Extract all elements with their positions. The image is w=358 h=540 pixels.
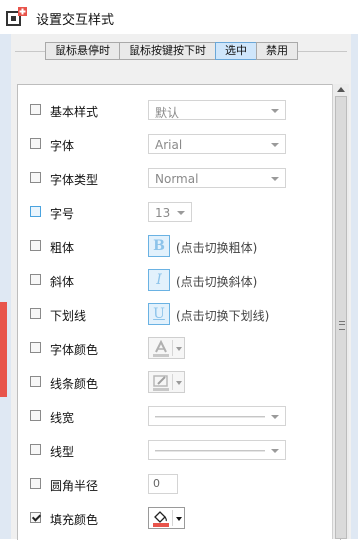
row-corner-radius: 圆角半径 0 xyxy=(18,473,328,495)
fill-color-checkbox[interactable] xyxy=(30,512,41,523)
line-width-preview-shade xyxy=(155,417,265,418)
chevron-down-icon xyxy=(176,517,182,521)
tab-disabled[interactable]: 禁用 xyxy=(256,42,298,60)
chevron-down-icon xyxy=(271,449,279,453)
underline-toggle-button[interactable]: U xyxy=(148,303,170,325)
base-style-select[interactable]: 默认 xyxy=(148,100,286,120)
paint-bucket-icon xyxy=(153,511,169,527)
font-color-label: 字体颜色 xyxy=(50,343,99,357)
font-value: Arial xyxy=(155,138,183,152)
font-size-value: 13 xyxy=(155,206,171,220)
vertical-scrollbar[interactable] xyxy=(332,84,349,539)
line-type-checkbox[interactable] xyxy=(30,444,41,455)
font-size-select[interactable]: 13 xyxy=(148,202,192,222)
row-line-width: 线宽 xyxy=(18,405,328,427)
line-color-picker[interactable] xyxy=(148,371,185,393)
line-width-label: 线宽 xyxy=(50,411,75,425)
row-font-color: 字体颜色 xyxy=(18,337,328,359)
bold-label: 粗体 xyxy=(50,241,75,255)
style-settings-panel: 基本样式 默认 字体 Arial 字体类型 Normal 字号 13 粗体 B … xyxy=(17,84,341,540)
row-line-color: 线条颜色 xyxy=(18,371,328,393)
row-fill-color: 填充颜色 xyxy=(18,507,328,529)
tab-mouse-hover[interactable]: 鼠标悬停时 xyxy=(45,42,119,60)
line-type-preview-shade xyxy=(155,451,265,452)
bold-checkbox[interactable] xyxy=(30,240,41,251)
font-type-checkbox[interactable] xyxy=(30,172,41,183)
scrollbar-grip-icon xyxy=(339,321,345,330)
window-frame-left xyxy=(0,34,11,539)
scroll-up-arrow-icon[interactable] xyxy=(337,87,345,92)
picker-separator xyxy=(172,340,173,356)
font-select[interactable]: Arial xyxy=(148,134,286,154)
tab-selected[interactable]: 选中 xyxy=(215,42,256,60)
corner-radius-input[interactable]: 0 xyxy=(148,474,178,494)
window-frame-right xyxy=(351,34,358,539)
corner-radius-label: 圆角半径 xyxy=(50,479,99,493)
font-type-select[interactable]: Normal xyxy=(148,168,286,188)
row-bold: 粗体 B (点击切换粗体) xyxy=(18,235,328,257)
picker-separator xyxy=(172,510,173,526)
base-style-checkbox[interactable] xyxy=(30,104,41,115)
background-accent-strip xyxy=(0,302,7,397)
fill-color-picker[interactable] xyxy=(148,507,185,529)
scrollbar-thumb[interactable] xyxy=(335,96,347,539)
chevron-down-icon xyxy=(271,415,279,419)
italic-checkbox[interactable] xyxy=(30,274,41,285)
row-font-size: 字号 13 xyxy=(18,201,328,223)
chevron-down-icon xyxy=(176,347,182,351)
app-logo-icon xyxy=(6,7,27,26)
font-color-icon xyxy=(153,340,169,357)
font-type-label: 字体类型 xyxy=(50,173,99,187)
line-color-label: 线条颜色 xyxy=(50,377,99,391)
font-size-checkbox[interactable] xyxy=(30,206,41,217)
font-label: 字体 xyxy=(50,139,75,153)
pencil-line-color-icon xyxy=(153,375,169,391)
tab-mouse-down[interactable]: 鼠标按键按下时 xyxy=(119,42,215,60)
row-font-type: 字体类型 Normal xyxy=(18,167,328,189)
chevron-down-icon xyxy=(177,211,185,215)
row-underline: 下划线 U (点击切换下划线) xyxy=(18,303,328,325)
interaction-style-dialog: 鼠标悬停时 鼠标按键按下时 选中 禁用 基本样式 默认 字体 Arial 字体类… xyxy=(11,34,351,540)
italic-toggle-button[interactable]: I xyxy=(148,269,170,291)
bold-hint: (点击切换粗体) xyxy=(176,241,258,255)
underline-hint: (点击切换下划线) xyxy=(176,309,270,323)
underline-label: 下划线 xyxy=(50,309,87,323)
chevron-down-icon xyxy=(271,109,279,113)
row-italic: 斜体 I (点击切换斜体) xyxy=(18,269,328,291)
font-size-label: 字号 xyxy=(50,207,75,221)
fill-color-label: 填充颜色 xyxy=(50,513,99,527)
underline-checkbox[interactable] xyxy=(30,308,41,319)
line-type-label: 线型 xyxy=(50,445,75,459)
font-color-checkbox[interactable] xyxy=(30,342,41,353)
line-width-select[interactable] xyxy=(148,406,286,426)
italic-hint: (点击切换斜体) xyxy=(176,275,258,289)
font-type-value: Normal xyxy=(155,172,199,186)
row-font: 字体 Arial xyxy=(18,133,328,155)
chevron-down-icon xyxy=(271,177,279,181)
chevron-down-icon xyxy=(176,381,182,385)
italic-label: 斜体 xyxy=(50,275,75,289)
font-color-picker[interactable] xyxy=(148,337,185,359)
row-line-type: 线型 xyxy=(18,439,328,461)
chevron-down-icon xyxy=(271,143,279,147)
picker-separator xyxy=(172,374,173,390)
base-style-value: 默认 xyxy=(155,106,180,120)
state-tabs: 鼠标悬停时 鼠标按键按下时 选中 禁用 xyxy=(45,42,298,60)
bold-toggle-button[interactable]: B xyxy=(148,235,170,257)
base-style-label: 基本样式 xyxy=(50,105,99,119)
title-bar: 设置交互样式 xyxy=(0,0,358,34)
line-type-select[interactable] xyxy=(148,440,286,460)
line-color-checkbox[interactable] xyxy=(30,376,41,387)
corner-radius-checkbox[interactable] xyxy=(30,478,41,489)
line-width-checkbox[interactable] xyxy=(30,410,41,421)
window-title: 设置交互样式 xyxy=(36,13,115,28)
row-base-style: 基本样式 默认 xyxy=(18,99,328,121)
font-checkbox[interactable] xyxy=(30,138,41,149)
